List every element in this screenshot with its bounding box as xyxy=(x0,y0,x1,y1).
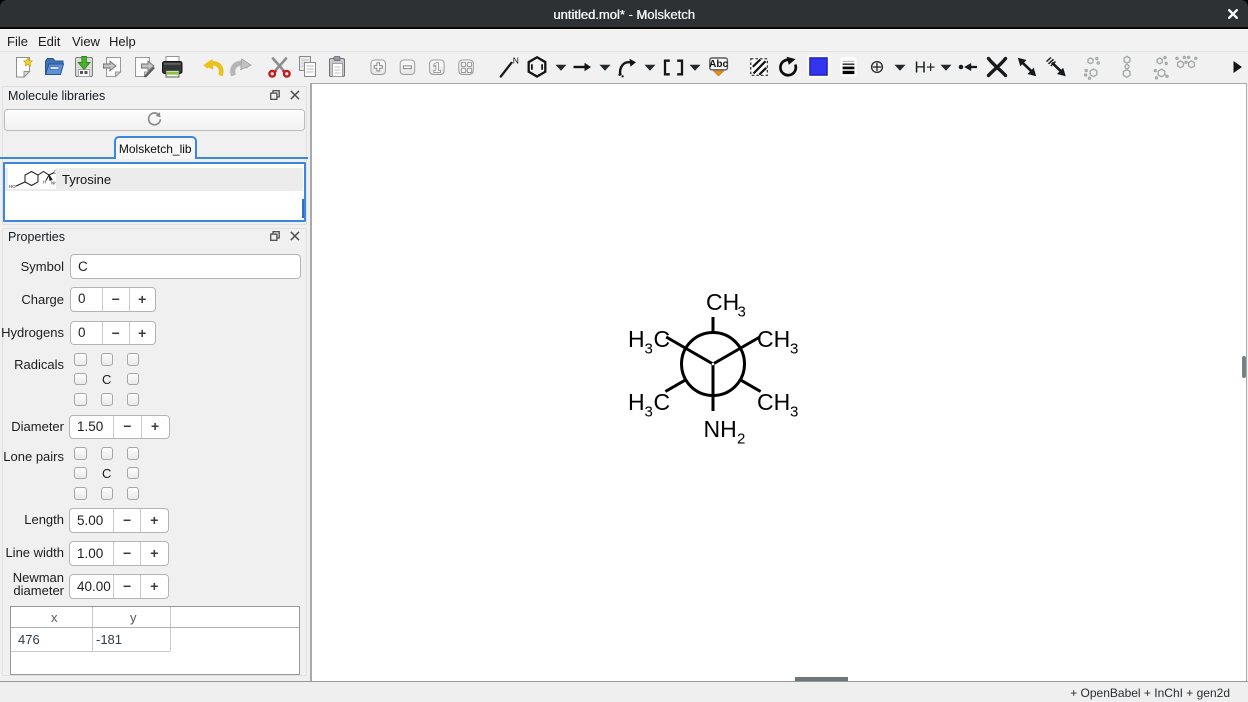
svg-text:2: 2 xyxy=(737,431,745,448)
svg-text:3: 3 xyxy=(790,404,798,421)
svg-text:3: 3 xyxy=(645,404,653,421)
svg-text:C: C xyxy=(654,389,671,415)
svg-text:NH: NH xyxy=(704,416,737,442)
svg-text:3: 3 xyxy=(790,341,798,358)
svg-text:N: N xyxy=(513,56,519,66)
svg-text:3: 3 xyxy=(738,304,746,321)
svg-text:Abc: Abc xyxy=(709,59,728,70)
svg-text:H+: H+ xyxy=(915,60,936,77)
svg-text:NH: NH xyxy=(51,180,56,185)
svg-text:CH: CH xyxy=(757,389,790,415)
svg-text:H: H xyxy=(628,326,645,352)
svg-text:CH: CH xyxy=(706,289,739,315)
svg-text:HO: HO xyxy=(9,184,16,189)
svg-text:1: 1 xyxy=(433,61,440,75)
svg-text:H: H xyxy=(43,179,46,184)
svg-text:3: 3 xyxy=(645,341,653,358)
svg-text:H: H xyxy=(628,389,645,415)
svg-text:O: O xyxy=(53,169,56,174)
svg-text:CH: CH xyxy=(757,326,790,352)
svg-text:C: C xyxy=(654,326,671,352)
